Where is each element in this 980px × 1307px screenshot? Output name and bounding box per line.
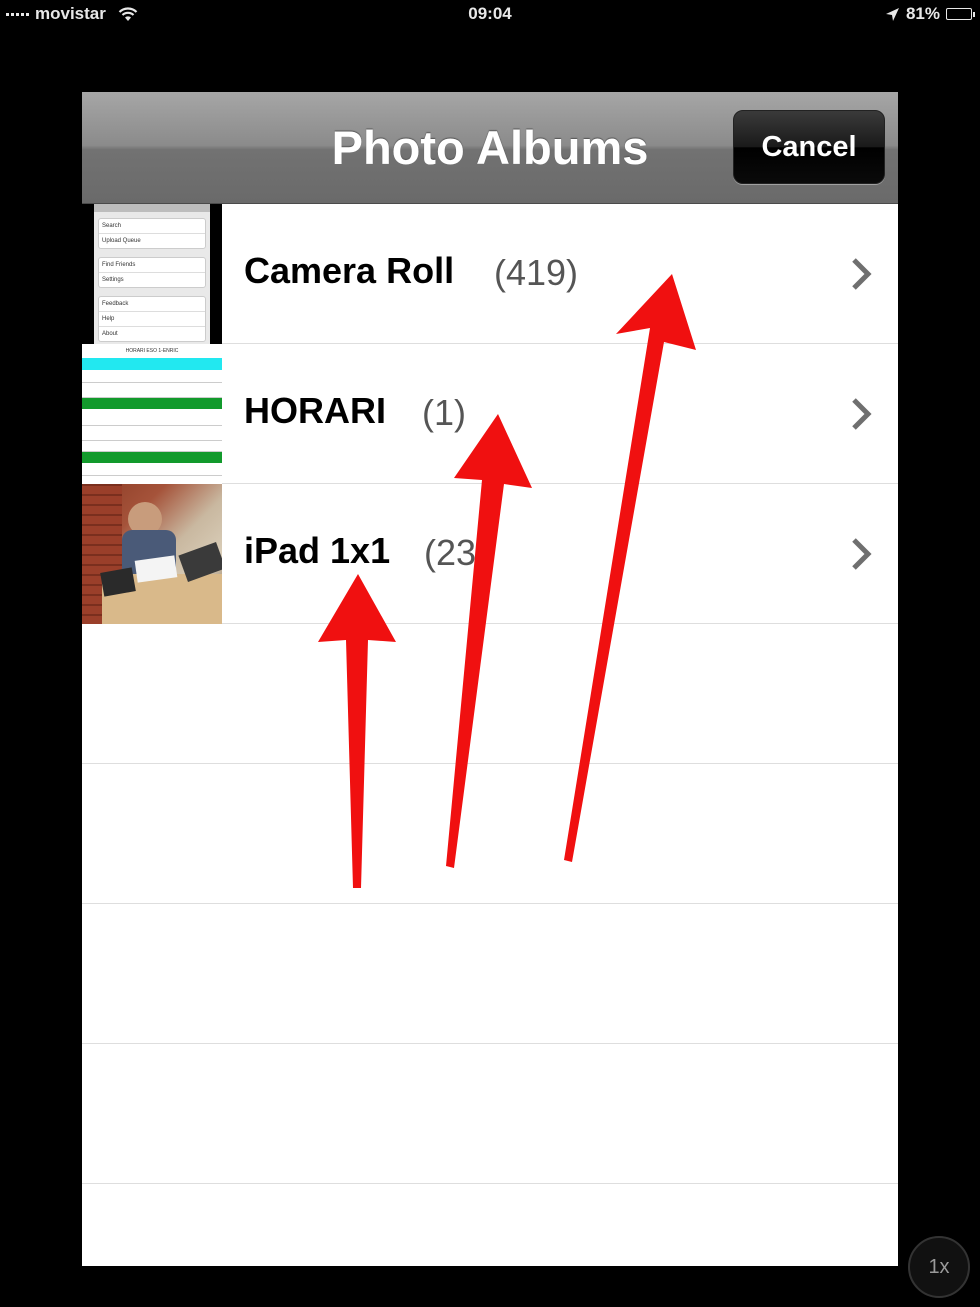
album-list: Search Upload Queue Find Friends Setting… [82,204,898,1184]
location-arrow-icon [885,7,899,21]
thumb-menu-item: Find Friends [99,258,205,273]
empty-row [82,904,898,1044]
chevron-right-icon [852,258,872,290]
thumb-menu-item: Search [99,219,205,234]
album-name: HORARI [244,390,386,431]
battery-percent: 81% [905,4,940,23]
album-thumbnail-ipad-1x1 [82,484,222,624]
status-right: 81% [885,4,975,24]
chevron-right-icon [852,398,872,430]
thumb-menu-item: Feedback [99,297,205,312]
empty-row [82,1044,898,1184]
battery-icon [946,8,975,20]
album-thumbnail-horari: HORARI ESO 1-ENRIC [82,344,222,484]
zoom-toggle-button[interactable]: 1x [908,1236,970,1298]
cancel-button[interactable]: Cancel [733,110,885,184]
status-bar: movistar 09:04 81% [0,0,980,28]
album-row-horari[interactable]: HORARI ESO 1-ENRIC HORARI (1) [82,344,898,484]
album-row-camera-roll[interactable]: Search Upload Queue Find Friends Setting… [82,204,898,344]
empty-row [82,764,898,904]
album-thumbnail-camera-roll: Search Upload Queue Find Friends Setting… [82,204,222,344]
thumb-menu-item: About [102,331,118,337]
album-count: (419) [494,252,579,293]
thumb-menu-item: Help [99,312,205,327]
album-name: iPad 1x1 [244,530,391,571]
navigation-bar: Photo Albums Cancel [82,92,898,204]
album-count: (1) [422,392,466,433]
album-count: (23 [424,532,477,573]
empty-row [82,624,898,764]
status-time: 09:04 [468,4,512,23]
thumb-menu-item: Settings [102,277,124,283]
album-name: Camera Roll [244,250,455,291]
photo-albums-popover: Photo Albums Cancel Search Upload Queue … [82,92,898,1266]
chevron-right-icon [852,538,872,570]
thumb-table-title: HORARI ESO 1-ENRIC [125,348,179,354]
album-row-ipad-1x1[interactable]: iPad 1x1 (23 [82,484,898,624]
thumb-menu-item: Upload Queue [102,238,141,244]
